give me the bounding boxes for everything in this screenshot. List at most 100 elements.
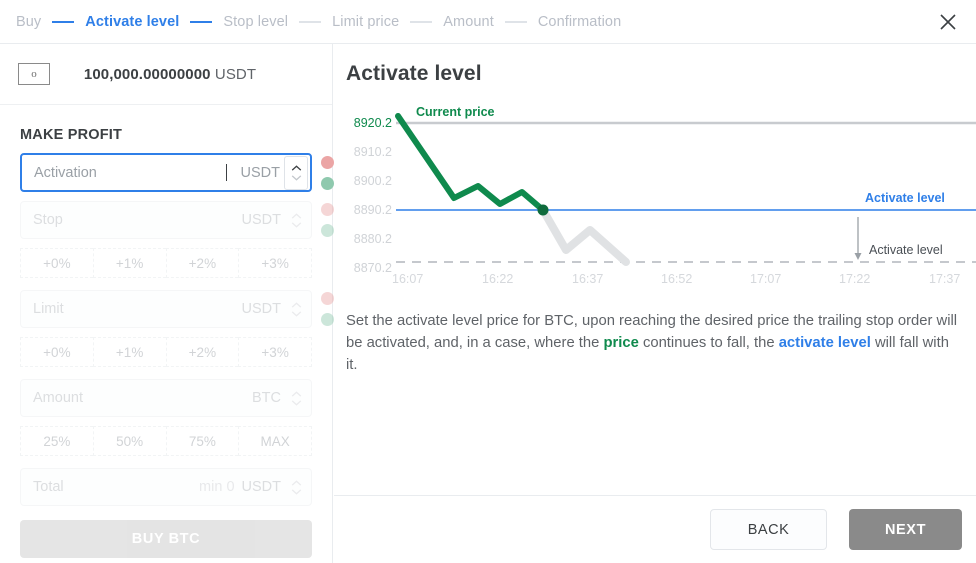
actual-price-path	[398, 116, 543, 210]
y-tick-4: 8880.2	[338, 232, 392, 246]
y-tick-2: 8900.2	[338, 174, 392, 188]
x-tick-5: 17:22	[839, 272, 870, 286]
limit-stepper[interactable]	[285, 293, 307, 325]
chevron-up-icon	[291, 391, 302, 397]
limit-input[interactable]: Limit USDT	[20, 290, 312, 328]
step-activate-level[interactable]: Activate level	[83, 12, 181, 32]
x-tick-3: 16:52	[661, 272, 692, 286]
description-part-2: continues to fall, the	[639, 335, 779, 351]
limit-pct-2[interactable]: +2%	[166, 337, 239, 367]
amount-suffix: BTC	[252, 390, 281, 406]
total-input[interactable]: Total min 0 USDT	[20, 468, 312, 506]
chevron-up-icon	[291, 165, 302, 171]
activation-suffix: USDT	[241, 165, 280, 181]
step-divider	[299, 21, 321, 23]
x-tick-0: 16:07	[392, 272, 423, 286]
amount-stepper[interactable]	[285, 382, 307, 414]
indicator-dot-green[interactable]	[321, 313, 334, 326]
step-divider	[410, 21, 432, 23]
stop-stepper[interactable]	[285, 204, 307, 236]
step-buy[interactable]: Buy	[14, 12, 43, 32]
indicator-dot-red[interactable]	[321, 203, 334, 216]
close-icon[interactable]	[934, 8, 962, 36]
total-placeholder: Total	[33, 479, 199, 495]
projected-price-path	[543, 210, 626, 262]
step-confirmation[interactable]: Confirmation	[536, 12, 623, 32]
step-divider	[505, 21, 527, 23]
step-limit-price[interactable]: Limit price	[330, 12, 401, 32]
stepper-steps: Buy Activate level Stop level Limit pric…	[0, 12, 623, 32]
limit-pct-3[interactable]: +3%	[238, 337, 312, 367]
indicator-dot-red[interactable]	[321, 292, 334, 305]
activate-level-line-label: Activate level	[865, 191, 945, 205]
indicator-dot-green[interactable]	[321, 177, 334, 190]
description-text: Set the activate level price for BTC, up…	[346, 310, 964, 376]
limit-placeholder: Limit	[33, 301, 242, 317]
indicator-dot-green[interactable]	[321, 224, 334, 237]
chevron-down-icon	[291, 222, 302, 228]
stop-pct-0[interactable]: +0%	[20, 248, 93, 278]
amount-pct-75[interactable]: 75%	[166, 426, 239, 456]
stop-indicator-dots	[321, 203, 334, 237]
step-divider	[190, 21, 212, 23]
current-price-label: Current price	[416, 105, 495, 119]
stop-pct-1[interactable]: +1%	[93, 248, 166, 278]
price-chart: 8920.2 8910.2 8900.2 8890.2 8880.2 8870.…	[334, 100, 976, 290]
limit-suffix: USDT	[242, 301, 281, 317]
y-tick-3: 8890.2	[338, 203, 392, 217]
total-field-wrap: Total min 0 USDT	[20, 468, 312, 506]
stop-field-wrap: Stop USDT	[20, 201, 312, 239]
detail-panel: Activate level 8920.2 8910.2 8900.2 8890…	[334, 44, 976, 563]
activation-point-marker	[538, 205, 549, 216]
back-button[interactable]: BACK	[710, 509, 827, 550]
y-tick-1: 8910.2	[338, 145, 392, 159]
limit-indicator-dots	[321, 292, 334, 326]
chevron-down-icon	[291, 489, 302, 495]
stop-percent-row: +0% +1% +2% +3%	[20, 248, 312, 278]
stop-input[interactable]: Stop USDT	[20, 201, 312, 239]
next-button[interactable]: NEXT	[849, 509, 962, 550]
y-tick-5: 8870.2	[338, 261, 392, 275]
limit-pct-0[interactable]: +0%	[20, 337, 93, 367]
total-min-label: min 0	[199, 479, 234, 495]
close-icon-glyph	[939, 13, 957, 31]
chevron-down-icon	[291, 175, 302, 181]
wizard-footer: BACK NEXT	[334, 495, 976, 563]
amount-pct-max[interactable]: MAX	[238, 426, 312, 456]
chevron-up-icon	[291, 302, 302, 308]
x-tick-1: 16:22	[482, 272, 513, 286]
balance-value: 100,000.00000000	[84, 66, 211, 83]
stop-suffix: USDT	[242, 212, 281, 228]
amount-pct-25[interactable]: 25%	[20, 426, 93, 456]
activation-indicator-dots	[321, 156, 334, 190]
total-suffix: USDT	[242, 479, 281, 495]
chevron-down-icon	[291, 400, 302, 406]
indicator-dot-red[interactable]	[321, 156, 334, 169]
chevron-down-icon	[291, 311, 302, 317]
stop-pct-2[interactable]: +2%	[166, 248, 239, 278]
limit-pct-1[interactable]: +1%	[93, 337, 166, 367]
limit-percent-row: +0% +1% +2% +3%	[20, 337, 312, 367]
step-amount[interactable]: Amount	[441, 12, 496, 32]
x-tick-4: 17:07	[750, 272, 781, 286]
stepper-header: Buy Activate level Stop level Limit pric…	[0, 0, 976, 44]
step-stop-level[interactable]: Stop level	[221, 12, 290, 32]
activation-input[interactable]: Activation USDT	[20, 153, 312, 192]
buy-btc-button[interactable]: BUY BTC	[20, 520, 312, 558]
amount-pct-50[interactable]: 50%	[93, 426, 166, 456]
balance-amount: 100,000.00000000 USDT	[50, 66, 314, 83]
activation-placeholder: Activation	[34, 165, 226, 181]
amount-placeholder: Amount	[33, 390, 252, 406]
step-divider	[52, 21, 74, 23]
amount-input[interactable]: Amount BTC	[20, 379, 312, 417]
annotation-arrow-head	[855, 253, 862, 260]
stop-pct-3[interactable]: +3%	[238, 248, 312, 278]
text-caret	[226, 164, 227, 181]
activation-stepper[interactable]	[284, 156, 308, 190]
page-title: Activate level	[334, 44, 976, 86]
description-price-highlight: price	[603, 335, 638, 351]
total-stepper[interactable]	[285, 471, 307, 503]
chevron-up-icon	[291, 480, 302, 486]
order-form-panel: o 100,000.00000000 USDT MAKE PROFIT Acti…	[0, 44, 333, 563]
chevron-up-icon	[291, 213, 302, 219]
